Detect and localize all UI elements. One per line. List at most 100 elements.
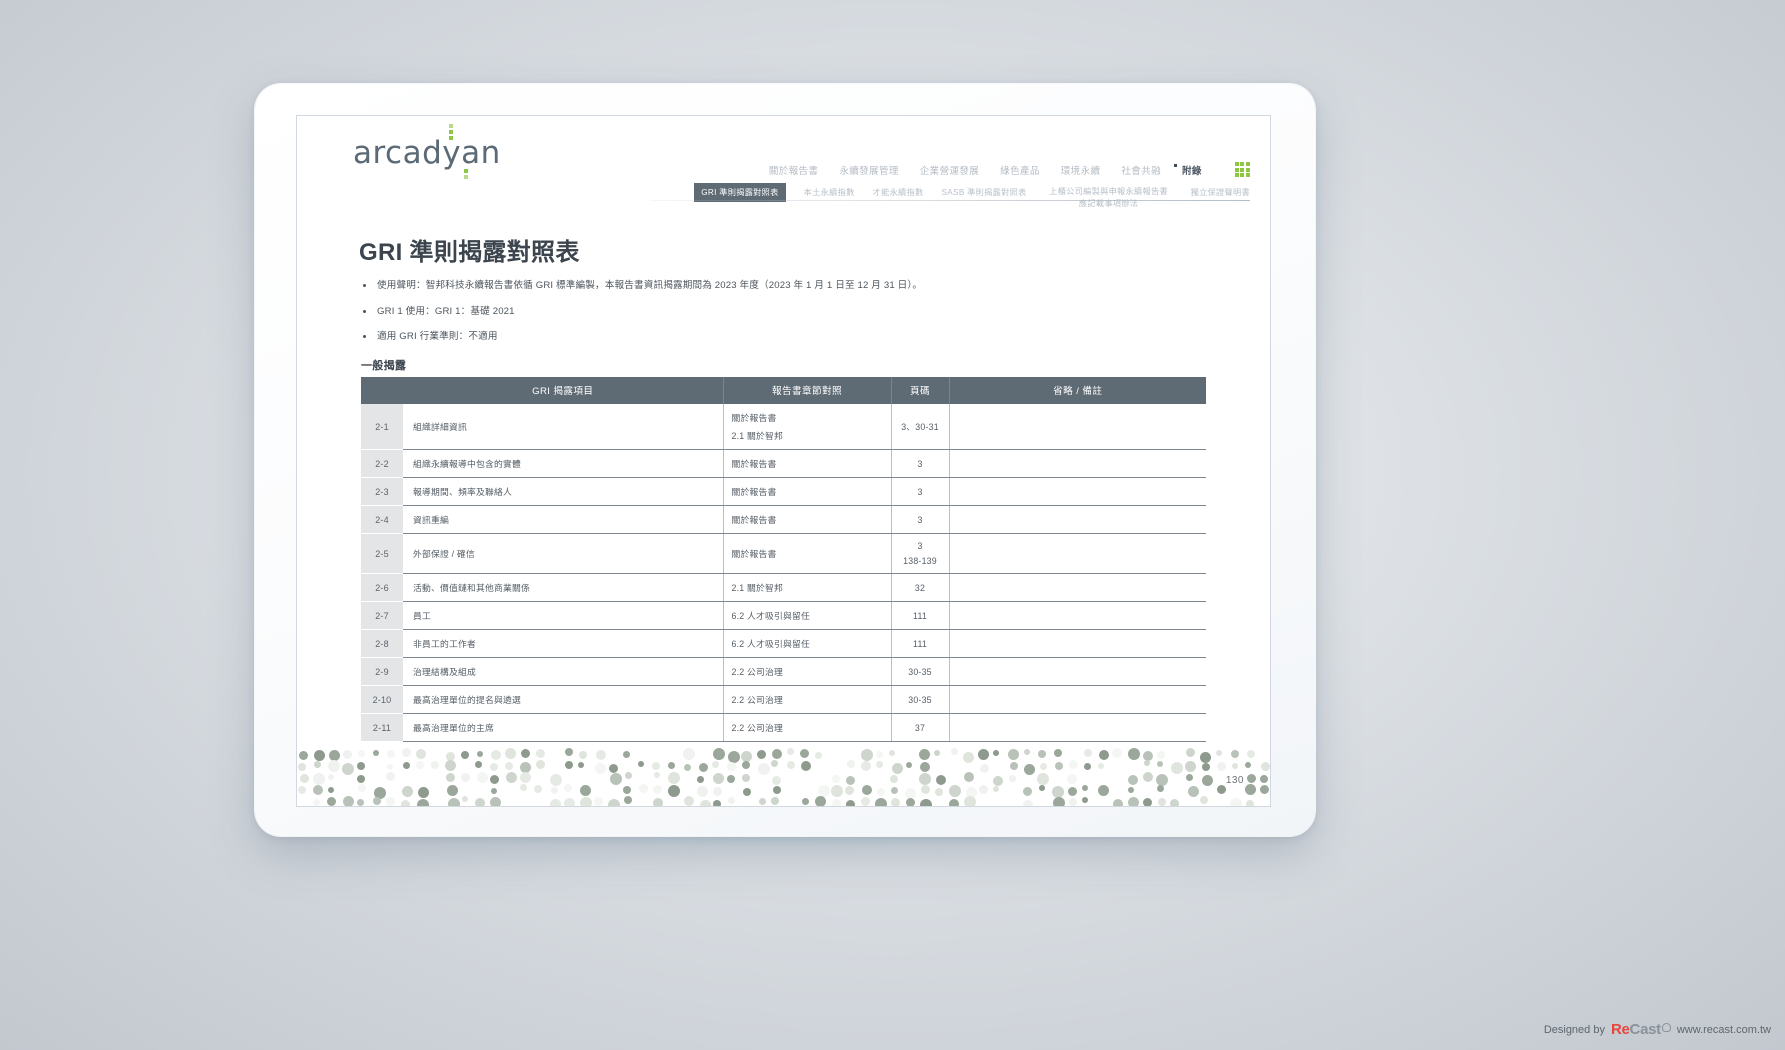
decorative-dot: [742, 761, 751, 770]
decorative-dot: [357, 762, 366, 771]
cell-report-section: 2.1 關於智邦: [722, 573, 891, 602]
decorative-dot: [815, 796, 827, 806]
nav-item-2[interactable]: 企業營運發展: [920, 163, 979, 177]
decorative-dot: [667, 772, 680, 785]
column-header-0: [361, 377, 403, 404]
decorative-dot: [1157, 798, 1166, 806]
report-viewer-screen: arcadyan 關於報告書 永續發展管理 企業營運發展 綠色產品 環境永續 社會共融 附錄…: [297, 116, 1270, 806]
cell-note: [948, 449, 1206, 478]
nav-item-4[interactable]: 環境永續: [1061, 163, 1101, 177]
decorative-dot: [297, 762, 306, 771]
section-heading: 一般揭露: [361, 360, 407, 372]
column-header-4: 省略 / 備註: [949, 377, 1206, 404]
nav-item-0[interactable]: 關於報告書: [769, 163, 819, 177]
nav-item-3[interactable]: 綠色產品: [1000, 163, 1040, 177]
cell-note: [948, 601, 1206, 630]
cell-page-line2: 138-139: [903, 556, 937, 566]
decorative-dot: [757, 763, 770, 776]
decorative-dot: [625, 772, 633, 780]
decorative-dot: [711, 760, 719, 768]
decorative-dot: [1245, 784, 1257, 796]
cell-disclosure-id: 2-6: [361, 573, 403, 602]
cell-report-section-line2: 2.1 關於智邦: [731, 431, 783, 441]
decorative-dot: [742, 787, 751, 796]
grid-menu-icon[interactable]: [1234, 162, 1250, 178]
recast-credit: Designed by ReCast www.recast.com.tw: [1544, 1021, 1771, 1038]
cell-note: [948, 713, 1206, 742]
subnav-item-4[interactable]: 上櫃公司編製與申報永續報告書 應記載事項辦法: [1045, 183, 1173, 210]
lightbulb-icon: [1661, 1023, 1671, 1032]
decorative-dot: [727, 750, 740, 763]
decorative-dot: [460, 772, 470, 782]
decorative-dot: [607, 798, 620, 806]
decorative-dot: [919, 749, 931, 761]
subnav-item-2[interactable]: 才能永續指數: [873, 183, 924, 198]
bullet-item-0: 使用聲明：智邦科技永續報告書依循 GRI 標準編製，本報告書資訊揭露期間為 20…: [361, 280, 1241, 292]
decorative-dot: [653, 798, 663, 806]
decorative-dot: [342, 796, 354, 806]
decorative-dot: [1039, 762, 1047, 770]
page-number: 130: [1225, 775, 1244, 786]
decorative-dot: [357, 749, 365, 757]
primary-navigation[interactable]: 關於報告書 永續發展管理 企業營運發展 綠色產品 環境永續 社會共融 附錄: [769, 162, 1250, 178]
table-header-row: GRI 揭露項目 報告書章節對照 頁碼 省略 / 備註: [361, 377, 1206, 404]
cell-disclosure-id: 2-3: [361, 477, 403, 506]
cell-disclosure-item: 資訊重編: [403, 505, 723, 534]
cell-disclosure-id: 2-5: [361, 533, 403, 574]
decorative-dot: [771, 775, 781, 785]
decorative-dot: [1098, 784, 1110, 796]
decorative-dot: [875, 750, 883, 758]
cell-disclosure-id: 2-7: [361, 601, 403, 630]
decorative-dot: [861, 748, 874, 761]
cell-disclosure-id: 2-4: [361, 505, 403, 534]
cell-disclosure-item: 活動、價值鏈和其他商業關係: [403, 573, 723, 602]
decorative-dot: [787, 748, 795, 756]
decorative-dot: [699, 799, 711, 806]
decorative-dot: [402, 748, 412, 758]
decorative-dot: [578, 750, 587, 759]
decorative-dot: [742, 774, 751, 783]
decorative-dot: [1142, 797, 1152, 806]
nav-divider-rule: [650, 200, 1250, 201]
nav-item-5[interactable]: 社會共融: [1121, 163, 1161, 177]
decorative-dot: [373, 796, 382, 805]
cell-page: 30-35: [890, 657, 949, 686]
decorative-dot: [342, 762, 355, 775]
secondary-navigation[interactable]: GRI 準則揭露對照表 本土永續指數 才能永續指數 SASB 準則揭露對照表 上櫃公司編…: [694, 183, 1250, 210]
intro-bullet-list: 使用聲明：智邦科技永續報告書依循 GRI 標準編製，本報告書資訊揭露期間為 20…: [361, 280, 1241, 357]
cell-disclosure-item: 組織永續報導中包含的實體: [403, 449, 723, 478]
nav-item-6[interactable]: 附錄: [1174, 163, 1202, 177]
recast-cast: Cast: [1629, 1021, 1662, 1038]
subnav-item-3[interactable]: SASB 準則揭露對照表: [942, 183, 1027, 198]
cell-disclosure-id: 2-10: [361, 685, 403, 714]
decorative-dot: [1024, 763, 1036, 775]
decorative-dot: [373, 750, 380, 757]
decorative-dot: [385, 772, 395, 782]
decorative-dot: [846, 799, 856, 806]
decorative-dot: [1007, 749, 1019, 761]
decorative-dot: [1127, 774, 1138, 785]
decorative-dot: [876, 787, 885, 796]
decorative-dot: [1009, 775, 1017, 783]
decorative-dot: [504, 762, 513, 771]
cell-page: 32: [890, 573, 949, 602]
decorative-dot: [1082, 796, 1089, 803]
arcadyan-logo[interactable]: arcadyan: [353, 124, 501, 179]
decorative-dot: [445, 760, 457, 772]
decorative-dot: [890, 775, 899, 784]
decorative-dot: [416, 761, 424, 770]
subnav-item-5[interactable]: 獨立保證聲明書: [1191, 183, 1250, 198]
nav-item-1[interactable]: 永續發展管理: [839, 163, 898, 177]
decorative-dot: [1246, 749, 1255, 758]
decorative-dot: [654, 772, 661, 779]
decorative-dot: [771, 748, 782, 759]
cell-page: 3: [890, 449, 949, 478]
table-row: 2-6 活動、價值鏈和其他商業關係 2.1 關於智邦 32: [361, 573, 1206, 602]
decorative-dot: [1038, 749, 1047, 758]
decorative-dot: [1199, 796, 1208, 805]
decorative-dot: [1053, 748, 1062, 757]
decorative-dot: [933, 749, 940, 756]
subnav-item-1[interactable]: 本土永續指數: [804, 183, 855, 198]
decorative-dot: [919, 799, 932, 806]
decorative-dot: [1200, 751, 1212, 763]
